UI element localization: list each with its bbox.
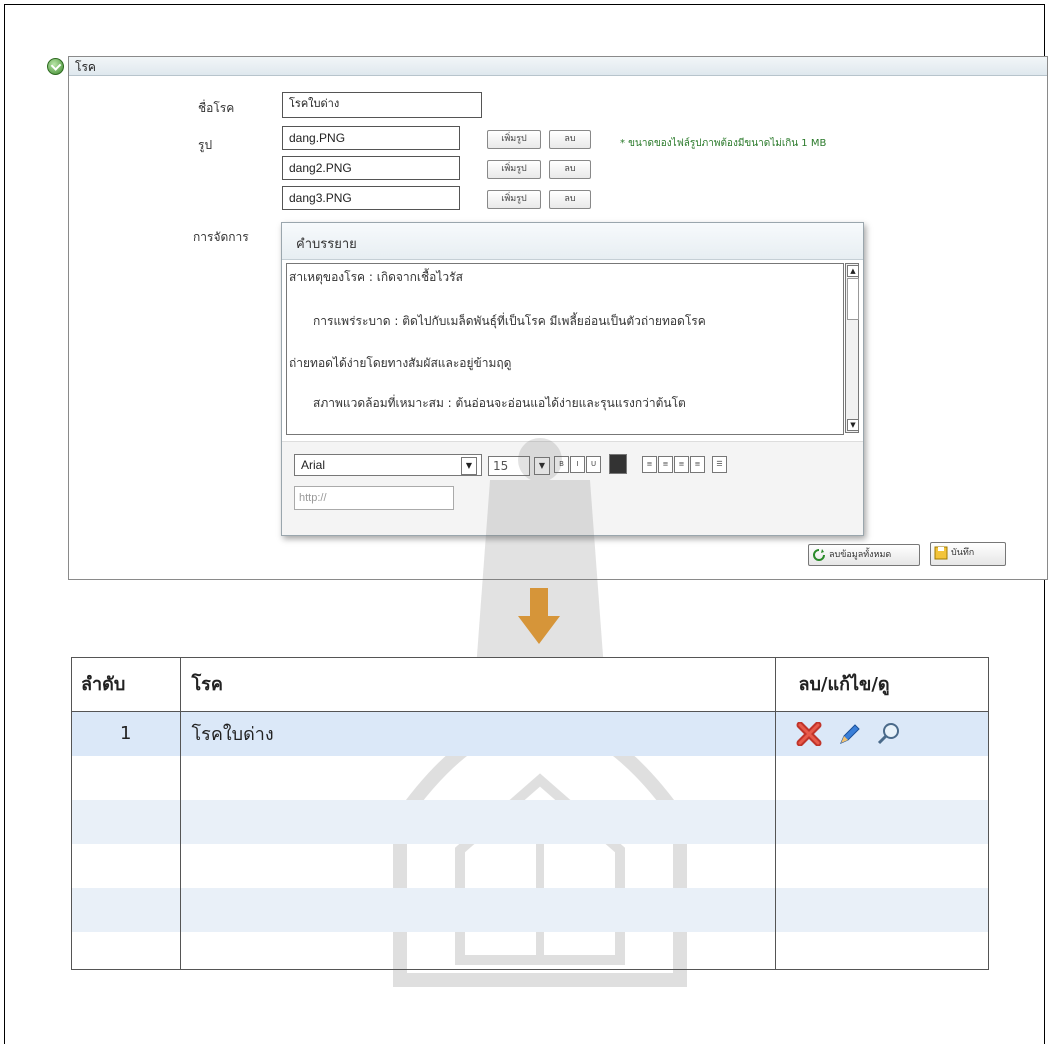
scroll-thumb[interactable]: [847, 278, 859, 320]
editor-text-area[interactable]: สาเหตุของโรค : เกิดจากเชื้อไวรัส การแพร่…: [286, 263, 844, 435]
editor-header: คำบรรยาย: [282, 223, 863, 260]
add-image-button-3[interactable]: เพิ่มรูป: [487, 190, 541, 209]
editor-line: ถ่ายทอดได้ง่ายโดยทางสัมผัสและอยู่ข้ามฤดู: [289, 356, 512, 370]
save-label: บันทึก: [951, 548, 975, 558]
refresh-icon: [813, 549, 825, 561]
save-button[interactable]: บันทึก: [930, 542, 1006, 566]
font-family-select[interactable]: Arial: [294, 454, 482, 476]
editor-title: คำบรรยาย: [296, 237, 357, 252]
header-index: ลำดับ: [71, 657, 182, 711]
delete-image-button-2[interactable]: ลบ: [549, 160, 591, 179]
manage-label: การจัดการ: [193, 230, 249, 244]
row-disease-name: โรคใบด่าง: [180, 711, 777, 756]
form-title: โรค: [75, 60, 96, 74]
image-field-2[interactable]: dang2.PNG: [282, 156, 460, 180]
font-dropdown-icon[interactable]: ▼: [461, 457, 477, 475]
image-field-1[interactable]: dang.PNG: [282, 126, 460, 150]
table-row: [71, 799, 989, 844]
header-actions: ลบ/แก้ไข/ดู: [798, 674, 890, 696]
save-icon: [934, 546, 948, 560]
editor-toolbar: Arial ▼ 15 ▼ B I U ≡ ≡ ≡ ≡ ☰ http://: [282, 441, 863, 535]
add-image-button-1[interactable]: เพิ่มรูป: [487, 130, 541, 149]
editor-line: สาเหตุของโรค : เกิดจากเชื้อไวรัส: [289, 270, 463, 284]
underline-icon[interactable]: U: [586, 456, 601, 473]
name-label: ชื่อโรค: [198, 101, 235, 115]
table-row: [71, 843, 989, 888]
font-size-select[interactable]: 15: [488, 456, 530, 476]
editor-line: สภาพแวดล้อมที่เหมาะสม : ต้นอ่อนจะอ่อนแอไ…: [313, 396, 686, 410]
table-row: [71, 755, 989, 800]
align-center-icon[interactable]: ≡: [658, 456, 673, 473]
align-justify-icon[interactable]: ≡: [690, 456, 705, 473]
status-check-icon: [47, 58, 64, 75]
text-color-icon[interactable]: [609, 454, 627, 474]
clear-all-label: ลบข้อมูลทั้งหมด: [829, 550, 892, 560]
align-left-icon[interactable]: ≡: [642, 456, 657, 473]
view-icon[interactable]: [876, 722, 902, 746]
url-input[interactable]: http://: [294, 486, 454, 510]
align-right-icon[interactable]: ≡: [674, 456, 689, 473]
size-dropdown-icon[interactable]: ▼: [534, 457, 550, 475]
bold-icon[interactable]: B: [554, 456, 569, 473]
image-label: รูป: [198, 138, 213, 152]
editor-line: การแพร่ระบาด : ติดไปกับเมล็ดพันธุ์ที่เป็…: [313, 314, 706, 328]
header-disease: โรค: [180, 657, 777, 711]
list-icon[interactable]: ☰: [712, 456, 727, 473]
disease-name-input[interactable]: โรคใบด่าง: [282, 92, 482, 118]
editor-scrollbar[interactable]: ▲ ▼: [845, 263, 859, 433]
add-image-button-2[interactable]: เพิ่มรูป: [487, 160, 541, 179]
delete-image-button-3[interactable]: ลบ: [549, 190, 591, 209]
delete-image-button-1[interactable]: ลบ: [549, 130, 591, 149]
table-row[interactable]: 1 โรคใบด่าง: [71, 711, 989, 756]
table-row: [71, 931, 989, 970]
file-size-note: * ขนาดของไฟล์รูปภาพต้องมีขนาดไม่เกิน 1 M…: [620, 138, 827, 149]
disease-table: ลำดับ โรค ลบ/แก้ไข/ดู 1 โรคใบด่าง: [71, 657, 989, 970]
scroll-up-icon[interactable]: ▲: [847, 265, 859, 277]
delete-icon[interactable]: [796, 721, 822, 746]
arrow-down-icon: [518, 588, 560, 644]
edit-icon[interactable]: [836, 722, 862, 746]
scroll-down-icon[interactable]: ▼: [847, 419, 859, 431]
table-row: [71, 887, 989, 932]
row-actions: [776, 711, 989, 756]
description-editor: คำบรรยาย สาเหตุของโรค : เกิดจากเชื้อไวรั…: [281, 222, 864, 536]
clear-all-button[interactable]: ลบข้อมูลทั้งหมด: [808, 544, 920, 566]
table-header-row: ลำดับ โรค ลบ/แก้ไข/ดู: [71, 657, 989, 711]
image-field-3[interactable]: dang3.PNG: [282, 186, 460, 210]
form-titlebar: โรค: [69, 57, 1047, 76]
italic-icon[interactable]: I: [570, 456, 585, 473]
row-index: 1: [71, 711, 182, 756]
